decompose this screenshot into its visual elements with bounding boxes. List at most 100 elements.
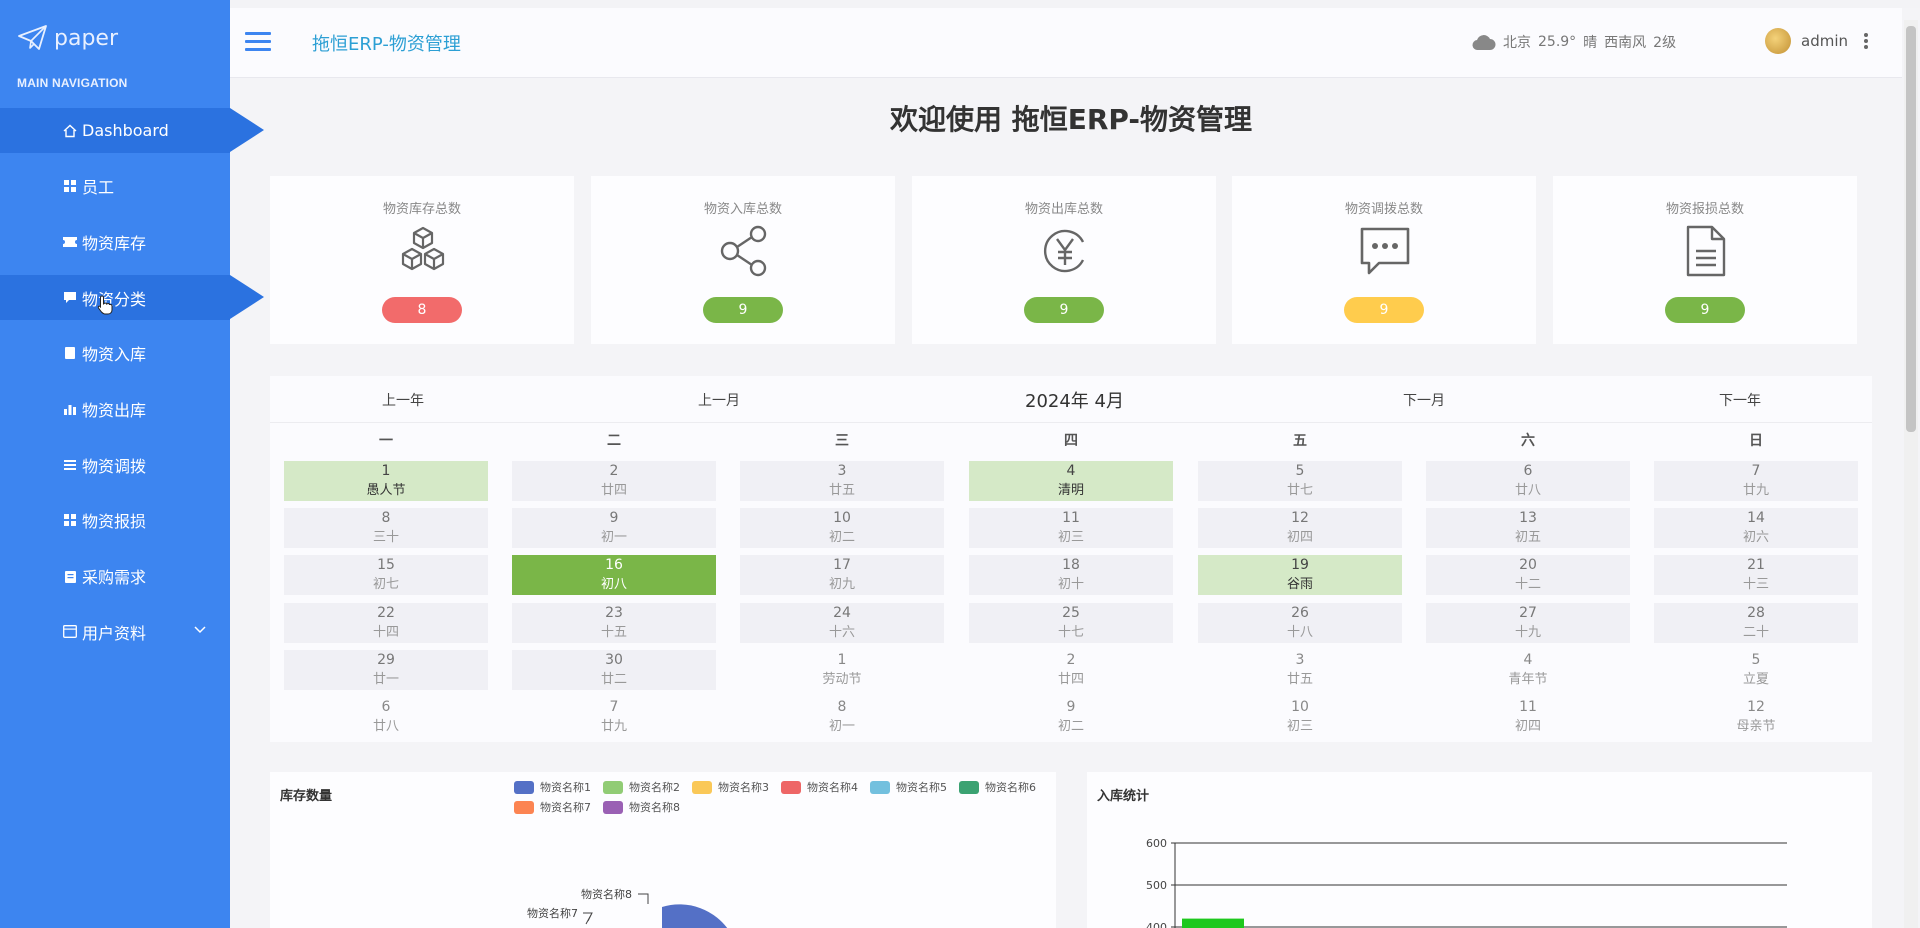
calendar-day[interactable]: 10 初三	[1198, 697, 1402, 737]
sidebar-item-label: 用户资料	[82, 623, 147, 643]
stat-card-stock[interactable]: 物资库存总数 8	[270, 176, 574, 344]
sidebar-item-inventory[interactable]: 物资库存	[0, 219, 230, 264]
calendar-day[interactable]: 5 廿七	[1198, 461, 1402, 501]
day-lunar-label: 初四	[1514, 719, 1541, 734]
calendar-day[interactable]: 7 廿九	[512, 697, 716, 737]
calendar-day[interactable]: 9 初一	[512, 508, 716, 549]
calendar-day[interactable]: 11 初四	[1426, 697, 1630, 737]
calendar-day[interactable]: 14 初六	[1654, 508, 1858, 549]
calendar-day[interactable]: 6 廿八	[1426, 461, 1630, 501]
calendar-day[interactable]: 4 青年节	[1426, 650, 1630, 690]
calendar-day[interactable]: 19 谷雨	[1198, 555, 1402, 596]
calendar-day[interactable]: 6 廿八	[284, 697, 488, 737]
day-lunar-label: 廿一	[372, 671, 399, 687]
calendar-day[interactable]: 17 初九	[740, 555, 944, 596]
calendar-day[interactable]: 20 十二	[1426, 555, 1630, 596]
calendar-current-month: 2024年 4月	[1025, 391, 1124, 412]
sidebar-item-outbound[interactable]: 物资出库	[0, 386, 230, 431]
day-lunar-label: 谷雨	[1286, 577, 1313, 593]
calendar-day[interactable]: 13 初五	[1426, 508, 1630, 549]
user-menu[interactable]: admin	[1765, 28, 1868, 54]
calendar-day[interactable]: 7 廿九	[1654, 461, 1858, 501]
sidebar-item-inbound[interactable]: 物资入库	[0, 331, 230, 376]
calendar-day[interactable]: 1 劳动节	[740, 650, 944, 690]
calendar-day[interactable]: 15 初七	[284, 555, 488, 596]
calendar-day[interactable]: 3 廿五	[1198, 650, 1402, 690]
chevron-down-icon[interactable]	[194, 623, 206, 637]
calendar-day[interactable]: 25 十七	[969, 602, 1173, 643]
day-number: 13	[1519, 510, 1537, 527]
day-number: 2	[1066, 651, 1076, 668]
calendar-day[interactable]: 3 廿五	[740, 461, 944, 501]
more-options-icon[interactable]	[1864, 33, 1868, 49]
day-number: 18	[1062, 557, 1080, 574]
calendar-day[interactable]: 22 十四	[284, 602, 488, 643]
weekday-label: 六	[1521, 433, 1535, 449]
day-lunar-label: 初一	[828, 719, 855, 734]
stat-card-inbound[interactable]: 物资入库总数 9	[591, 176, 895, 344]
sidebar-item-employees[interactable]: 员工	[0, 164, 230, 209]
sidebar-item-purchase[interactable]: 采购需求	[0, 554, 230, 599]
menu-toggle-icon[interactable]	[245, 32, 271, 52]
stat-card-outbound[interactable]: 物资出库总数 9	[912, 176, 1216, 344]
weekday-label: 一	[379, 433, 393, 449]
day-lunar-label: 十四	[372, 624, 399, 640]
day-lunar-label: 初一	[600, 530, 627, 546]
app-title[interactable]: 拖恒ERP-物资管理	[312, 30, 461, 56]
sidebar-item-transfer[interactable]: 物资调拨	[0, 442, 230, 487]
calendar-day[interactable]: 2 廿四	[512, 461, 716, 501]
calendar-day[interactable]: 30 廿二	[512, 649, 716, 690]
calendar-day[interactable]: 28 二十	[1654, 602, 1858, 643]
avatar[interactable]	[1765, 28, 1791, 54]
sidebar-item-dashboard[interactable]: Dashboard	[0, 108, 264, 153]
day-lunar-label: 十七	[1057, 624, 1084, 640]
username[interactable]: admin	[1801, 32, 1848, 50]
calendar-day[interactable]: 1 愚人节	[284, 461, 488, 501]
weekday-label: 四	[1064, 433, 1078, 449]
day-number: 12	[1291, 510, 1309, 527]
stat-card-loss[interactable]: 物资报损总数 9	[1553, 176, 1857, 344]
calendar-day[interactable]: 11 初三	[969, 508, 1173, 549]
next-month-button[interactable]: 下一月	[1403, 390, 1445, 410]
sidebar-item-label: Dashboard	[82, 121, 169, 140]
calendar-day[interactable]: 27 十九	[1426, 602, 1630, 643]
calendar-day-today[interactable]: 16 初八	[512, 555, 716, 596]
status-badge: 9	[703, 297, 783, 323]
calendar-day[interactable]: 24 十六	[740, 602, 944, 643]
day-lunar-label: 初九	[828, 577, 855, 593]
calendar-day[interactable]: 18 初十	[969, 555, 1173, 596]
sidebar-item-user-profile[interactable]: 用户资料	[0, 609, 230, 654]
sidebar-item-loss[interactable]: 物资报损	[0, 498, 230, 543]
stat-card-transfer[interactable]: 物资调拨总数 9	[1232, 176, 1536, 344]
calendar-day[interactable]: 9 初二	[969, 697, 1173, 737]
weekday-label: 日	[1749, 433, 1763, 449]
day-number: 10	[1291, 699, 1309, 715]
next-year-button[interactable]: 下一年	[1719, 390, 1761, 410]
calendar-day[interactable]: 5 立夏	[1654, 650, 1858, 690]
sidebar-item-label: 物资库存	[82, 233, 147, 253]
calendar-day[interactable]: 21 十三	[1654, 555, 1858, 596]
calendar-day[interactable]: 12 初四	[1198, 508, 1402, 549]
calendar-day[interactable]: 26 十八	[1198, 602, 1402, 643]
bar[interactable]	[1182, 918, 1244, 928]
stat-title: 物资报损总数	[1665, 202, 1744, 217]
logo[interactable]: paper	[18, 22, 118, 54]
day-lunar-label: 十五	[600, 624, 627, 640]
day-number: 7	[1751, 463, 1761, 479]
scrollbar-thumb[interactable]	[1906, 26, 1916, 432]
calendar-day[interactable]: 23 十五	[512, 602, 716, 643]
prev-year-button[interactable]: 上一年	[382, 390, 424, 410]
calendar-day[interactable]: 12 母亲节	[1654, 697, 1858, 737]
sidebar-item-label: 员工	[82, 178, 115, 198]
calendar-day[interactable]: 4 清明	[969, 461, 1173, 501]
calendar-day[interactable]: 2 廿四	[969, 650, 1173, 690]
day-number: 14	[1747, 510, 1765, 527]
calendar-day[interactable]: 8 三十	[284, 508, 488, 549]
sidebar-item-label: 物资调拨	[82, 456, 147, 476]
calendar-day[interactable]: 10 初二	[740, 508, 944, 549]
calendar-day[interactable]: 8 初一	[740, 697, 944, 737]
sidebar-item-categories[interactable]: 物资分类	[0, 275, 264, 321]
prev-month-button[interactable]: 上一月	[698, 390, 740, 410]
cubes-icon	[401, 226, 445, 271]
calendar-day[interactable]: 29 廿一	[284, 649, 488, 690]
